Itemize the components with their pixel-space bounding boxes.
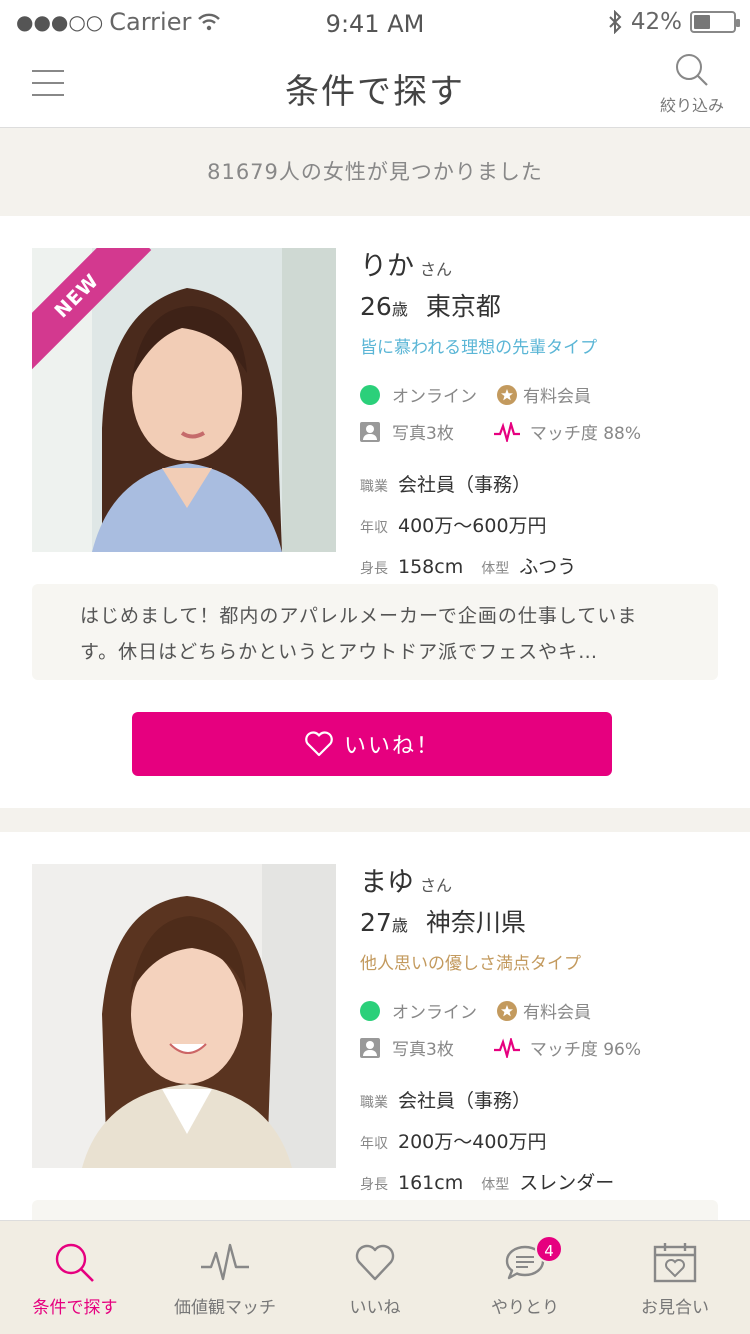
like-button-label: いいね！ [343,734,440,759]
honorific: さん [420,260,453,279]
profile-prefecture: 東京都 [425,292,501,321]
profile-card[interactable]: NEW りか さん 26歳 東京都 皆に慕われる理想の先輩タイプ オンライン 有料会… [0,216,750,808]
income-label: 年収 [360,1136,388,1152]
tab-label: いいね [349,1298,401,1318]
status-bar: ●●●○○ Carrier 9:41 AM 42% [0,0,750,44]
battery-icon [690,11,740,33]
profile-age: 26 [360,292,392,321]
heart-icon [355,1244,395,1281]
nav-bar: 条件で探す 絞り込み [0,44,750,128]
profile-message[interactable]: はじめまして！都内のアパレルメーカーで企画の仕事しています。休日はどちらかという… [32,584,718,680]
results-count: 81679人の女性が見つかりました [0,128,750,216]
tab-label: やりとり [491,1298,559,1318]
premium-member-icon [497,384,517,405]
name-row: まゆ さん [360,860,730,899]
membership-status: 有料会員 [523,1003,591,1023]
honorific: さん [420,876,453,895]
photo-count-icon [360,1037,380,1058]
tab-label: 価値観マッチ [174,1298,276,1318]
job-label: 職業 [360,1095,388,1111]
photo-count: 写真3枚 [392,424,454,444]
tab-values-match[interactable]: 価値観マッチ [150,1221,300,1334]
pulse-icon [201,1243,249,1281]
profile-info: りか さん 26歳 東京都 皆に慕われる理想の先輩タイプ オンライン 有料会員 写真… [360,244,730,579]
photo-count-icon [360,421,380,442]
tab-label: お見合い [641,1298,709,1318]
job-value: 会社員（事務） [398,1090,532,1112]
profile-card[interactable]: まゆ さん 27歳 神奈川県 他人思いの優しさ満点タイプ オンライン 有料会員 写真… [0,832,750,1296]
tab-messages[interactable]: 4 やりとり [450,1221,600,1334]
height-value: 161cm [398,1172,464,1194]
profile-prefecture: 神奈川県 [425,908,526,937]
tab-omiai[interactable]: お見合い [600,1221,750,1334]
unread-badge: 4 [535,1235,563,1263]
profile-age: 27 [360,908,392,937]
status-right: 42% [607,9,740,35]
income-row: 年収 400万〜600万円 [360,511,730,538]
income-value: 200万〜400万円 [398,1131,547,1153]
match-rate: マッチ度 88% [529,424,642,444]
battery-percent: 42% [630,9,682,35]
body-type-value: ふつう [519,556,577,578]
height-row: 身長 158cm 体型 ふつう [360,552,730,579]
height-label: 身長 [360,1177,388,1193]
body-type-label: 体型 [481,561,510,577]
membership-status: 有料会員 [523,387,591,407]
name-row: りか さん [360,244,730,283]
height-label: 身長 [360,561,388,577]
age-unit: 歳 [391,300,408,319]
job-label: 職業 [360,479,388,495]
status-row: オンライン 有料会員 [360,998,730,1023]
online-dot-icon [360,384,380,405]
profile-info: まゆ さん 27歳 神奈川県 他人思いの優しさ満点タイプ オンライン 有料会員 写真… [360,860,730,1195]
bluetooth-icon [609,10,622,34]
search-icon [55,1243,94,1282]
status-row: オンライン 有料会員 [360,382,730,407]
tab-search[interactable]: 条件で探す [0,1221,150,1334]
photos-row: 写真3枚 マッチ度 96% [360,1035,730,1060]
age-row: 27歳 神奈川県 [360,903,730,939]
job-row: 職業 会社員（事務） [360,470,730,497]
photos-row: 写真3枚 マッチ度 88% [360,419,730,444]
body-type-label: 体型 [481,1177,510,1193]
age-row: 26歳 東京都 [360,287,730,323]
photo-count: 写真3枚 [392,1040,454,1060]
page-title: 条件で探す [285,72,465,112]
tab-likes[interactable]: いいね [300,1221,450,1334]
body-type-value: スレンダー [519,1172,615,1194]
online-status: オンライン [392,1003,477,1023]
profile-tagline: 他人思いの優しさ満点タイプ [360,954,581,974]
match-pulse-icon [493,421,520,442]
age-unit: 歳 [391,916,408,935]
tab-bar: 条件で探す 価値観マッチ いいね 4 やりとり お見合い [0,1220,750,1334]
heart-outline-icon [305,731,333,757]
profile-name: まゆ [360,867,414,898]
profile-name: りか [360,251,414,282]
premium-member-icon [497,1000,517,1021]
job-value: 会社員（事務） [398,474,532,496]
online-dot-icon [360,1000,380,1021]
match-rate: マッチ度 96% [529,1040,642,1060]
profile-tagline: 皆に慕われる理想の先輩タイプ [360,338,598,358]
height-row: 身長 161cm 体型 スレンダー [360,1168,730,1195]
tab-label: 条件で探す [32,1298,118,1318]
height-value: 158cm [398,556,464,578]
search-icon [676,54,708,86]
income-value: 400万〜600万円 [398,515,547,537]
filter-button[interactable]: 絞り込み [654,52,730,116]
battery-fill [694,15,710,29]
filter-label: 絞り込み [659,96,724,115]
calendar-heart-icon [653,1243,697,1283]
profile-photo-image [32,864,336,1168]
job-row: 職業 会社員（事務） [360,1086,730,1113]
profile-photo[interactable]: NEW [32,248,336,552]
profile-photo[interactable] [32,864,336,1168]
income-label: 年収 [360,520,388,536]
online-status: オンライン [392,387,477,407]
like-button[interactable]: いいね！ [132,712,612,776]
match-pulse-icon [493,1037,520,1058]
income-row: 年収 200万〜400万円 [360,1127,730,1154]
